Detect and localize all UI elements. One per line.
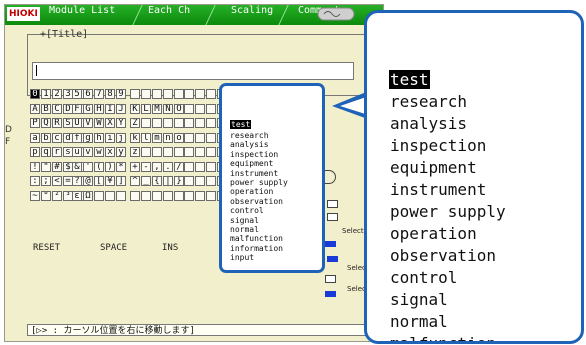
- word-list-item-label: inspection: [390, 136, 487, 155]
- word-list-item[interactable]: test: [389, 69, 507, 91]
- word-list-item[interactable]: equipment: [389, 157, 507, 179]
- word-list-item[interactable]: operation: [389, 223, 507, 245]
- word-list-item-label: research: [390, 92, 468, 111]
- word-list-item-label: instrument: [390, 180, 487, 199]
- word-list-item-label: test: [389, 70, 430, 89]
- word-list-item[interactable]: malfunction: [389, 333, 507, 344]
- word-list-item[interactable]: control: [389, 267, 507, 289]
- zoom-view: test research analysis inspection equipment i…: [364, 10, 584, 344]
- zoom-word-list: test research analysis inspection equipment i…: [389, 69, 507, 344]
- word-list-item[interactable]: signal: [389, 289, 507, 311]
- word-list-item[interactable]: instrument: [389, 179, 507, 201]
- word-list-item[interactable]: analysis: [389, 113, 507, 135]
- word-list-item-label: malfunction: [390, 334, 496, 344]
- word-list-item-label: observation: [390, 246, 496, 265]
- word-list-item-label: signal: [390, 290, 448, 309]
- word-list-item-label: equipment: [390, 158, 477, 177]
- word-list-item-label: normal: [390, 312, 448, 331]
- word-list-item-label: analysis: [390, 114, 468, 133]
- word-list-item-label: control: [390, 268, 458, 287]
- word-list-item[interactable]: inspection: [389, 135, 507, 157]
- word-list-item[interactable]: power supply: [389, 201, 507, 223]
- word-list-item[interactable]: observation: [389, 245, 507, 267]
- word-list-item[interactable]: normal: [389, 311, 507, 333]
- word-list-item-label: operation: [390, 224, 477, 243]
- word-list-item[interactable]: research: [389, 91, 507, 113]
- word-list-item-label: power supply: [390, 202, 506, 221]
